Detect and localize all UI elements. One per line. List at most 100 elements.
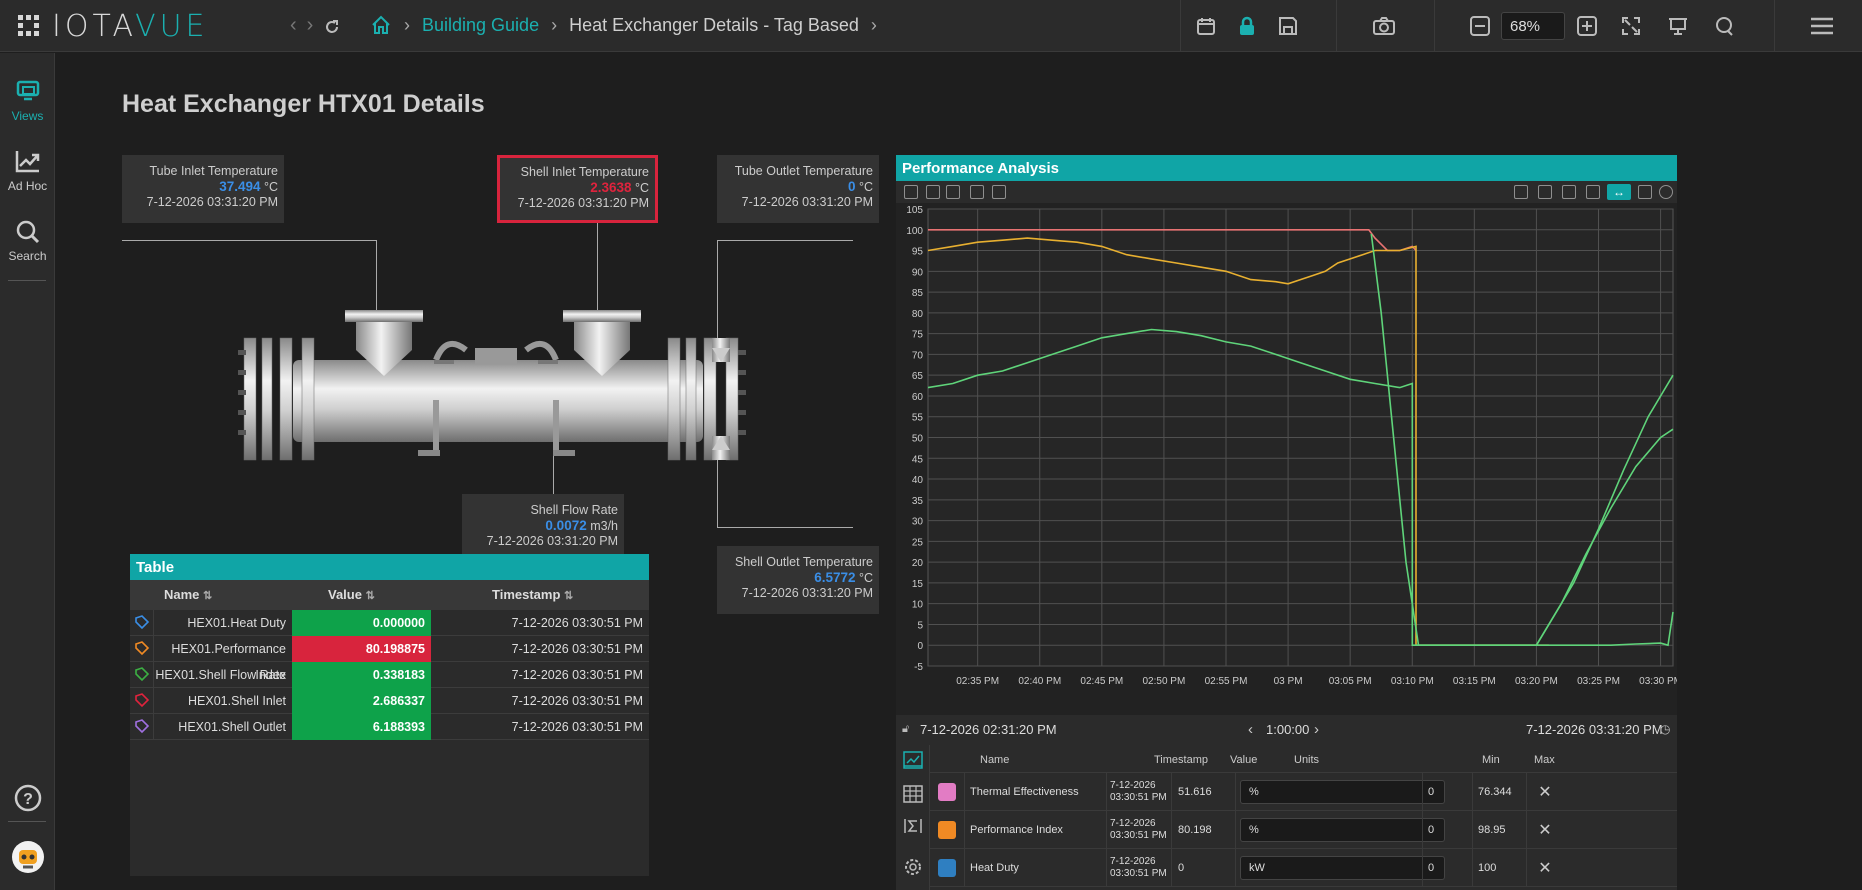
remove-series-icon[interactable]: ✕ [1530, 811, 1560, 849]
x-tick-label: 03:25 PM [1577, 676, 1620, 687]
remove-series-icon[interactable]: ✕ [1530, 849, 1560, 887]
y-tick-label: 40 [912, 475, 924, 486]
tag-icon [130, 714, 154, 740]
pan-icon[interactable] [1586, 185, 1600, 199]
column-header-timestamp[interactable]: Timestamp ⇅ [492, 580, 642, 610]
select-range-tool-icon[interactable] [946, 185, 960, 199]
refresh-icon[interactable] [323, 18, 341, 36]
fullscreen-icon[interactable] [1562, 185, 1576, 199]
help-icon[interactable]: ? [0, 783, 55, 817]
legend-list-icon[interactable] [903, 751, 923, 769]
axis-tool-icon[interactable] [904, 185, 918, 199]
home-icon[interactable] [370, 14, 392, 36]
units-input[interactable]: kW [1240, 856, 1445, 880]
remove-series-icon[interactable]: ✕ [1530, 773, 1560, 811]
legend-timestamp: 7-12-2026 03:30:51 PM [1110, 856, 1167, 879]
tag-tube-inlet[interactable]: Tube Inlet Temperature 37.494 °C 7-12-20… [122, 155, 284, 223]
y-tick-label: 100 [906, 226, 923, 237]
forward-icon[interactable]: › [307, 14, 314, 37]
legend-col-min: Min [1482, 754, 1500, 766]
table-row[interactable]: HEX01.Shell Inlet 2.686337 7-12-2026 03:30… [130, 688, 649, 714]
tag-label: Tube Inlet Temperature [149, 164, 278, 178]
table-row[interactable]: HEX01.Shell Flow Rate 0.338183 7-12-2026 0… [130, 662, 649, 688]
leader-line [717, 240, 853, 241]
clock-icon[interactable]: ◷ [1660, 722, 1670, 736]
y-tick-label: 35 [912, 496, 924, 507]
column-header-name[interactable]: Name ⇅ [164, 580, 324, 610]
units-input[interactable]: % [1240, 780, 1445, 804]
breadcrumb-parent[interactable]: Building Guide [422, 15, 539, 36]
table-row[interactable]: HEX01.Heat Duty 0.000000 7-12-2026 03:30:5… [130, 610, 649, 636]
app-logo[interactable]: IOTAVUE [16, 9, 209, 44]
horizontal-zoom-icon[interactable]: ↔ [1607, 184, 1631, 200]
legend-row[interactable]: Performance Index 7-12-2026 03:30:51 PM 80… [930, 811, 1677, 849]
settings-gear-icon[interactable] [903, 857, 923, 877]
presentation-icon[interactable] [1664, 12, 1692, 40]
legend-value: 80.198 [1178, 824, 1212, 836]
y-tick-label: 80 [912, 309, 924, 320]
column-header-value[interactable]: Value ⇅ [328, 580, 488, 610]
range-prev-icon[interactable]: ‹ [1248, 721, 1253, 738]
range-next-icon[interactable]: › [1314, 721, 1319, 738]
cell-name: HEX01.Shell Flow Rate [155, 668, 286, 682]
chevron-right-icon[interactable]: › [871, 15, 877, 36]
y-tick-label: -5 [914, 662, 923, 673]
zoom-in-icon[interactable] [1573, 12, 1601, 40]
legend-row[interactable]: Thermal Effectiveness 7-12-2026 03:30:51 … [930, 773, 1677, 811]
legend-side-tools [896, 745, 930, 890]
trend-chart[interactable]: -5 0 5 10 15 20 25 30 35 40 45 50 55 60 65 70 75 80 85 90 95… [896, 203, 1677, 715]
zoom-axis-tool-icon[interactable] [926, 185, 940, 199]
tag-icon [130, 636, 154, 662]
grid-table-icon[interactable] [903, 785, 923, 803]
user-avatar[interactable] [0, 840, 55, 878]
series-color-swatch[interactable] [938, 859, 956, 877]
chat-icon[interactable] [1710, 12, 1738, 40]
reset-zoom-icon[interactable] [1659, 185, 1673, 199]
tag-shell-flow[interactable]: Shell Flow Rate 0.0072 m3/h 7-12-2026 03… [462, 494, 624, 554]
hamburger-menu-icon[interactable] [1808, 12, 1836, 40]
sidebar-item-views[interactable]: Views [0, 79, 55, 123]
y-tick-label: 90 [912, 267, 924, 278]
fit-screen-icon[interactable] [1617, 12, 1645, 40]
zoom-out-icon[interactable] [1466, 12, 1494, 40]
lock-range-icon[interactable]: 🔓︎ [902, 723, 909, 736]
calendar-icon[interactable] [1192, 12, 1220, 40]
save-icon[interactable] [1274, 12, 1302, 40]
sidebar-item-search[interactable]: Search [0, 219, 55, 263]
cell-value: 80.198875 [292, 636, 431, 662]
lock-icon[interactable] [1233, 12, 1261, 40]
legend-row[interactable]: Heat Duty 7-12-2026 03:30:51 PM 0 kW 0 100 ✕ [930, 849, 1677, 887]
legend-col-units: Units [1294, 754, 1320, 766]
y-tick-label: 95 [912, 247, 924, 258]
tag-unit: °C [263, 180, 278, 194]
range-span[interactable]: 1:00:00 [1266, 722, 1309, 737]
units-input[interactable]: % [1240, 818, 1445, 842]
sigma-icon[interactable] [903, 817, 923, 835]
back-icon[interactable]: ‹ [290, 14, 297, 37]
tag-shell-outlet[interactable]: Shell Outlet Temperature 6.5772 °C 7-12-… [717, 546, 879, 614]
zoom-level-input[interactable]: 68% [1501, 12, 1565, 40]
vertical-zoom-icon[interactable] [1638, 185, 1652, 199]
refresh-chart-icon[interactable] [1538, 185, 1552, 199]
range-start[interactable]: 7-12-2026 02:31:20 PM [920, 722, 1057, 737]
range-end[interactable]: 7-12-2026 03:31:20 PM [1526, 722, 1663, 737]
y-tick-label: 45 [912, 454, 924, 465]
legend-col-value: Value [1230, 754, 1258, 766]
trend-tool-icon[interactable] [970, 185, 984, 199]
sidebar-item-adhoc[interactable]: Ad Hoc [0, 149, 55, 193]
tag-tube-outlet[interactable]: Tube Outlet Temperature 0 °C 7-12-2026 0… [717, 155, 879, 223]
tag-value: 2.3638 [590, 180, 632, 195]
series-color-swatch[interactable] [938, 783, 956, 801]
legend-value: 51.616 [1178, 786, 1212, 798]
table-row[interactable]: HEX01.Performance Index 80.198875 7-12-202… [130, 636, 649, 682]
series-color-swatch[interactable] [938, 821, 956, 839]
camera-icon[interactable] [1370, 12, 1398, 40]
tag-unit: m3/h [590, 519, 618, 533]
tag-label: Shell Inlet Temperature [520, 165, 649, 179]
pencil-tool-icon[interactable] [992, 185, 1006, 199]
table-row[interactable]: HEX01.Shell Outlet 6.188393 7-12-2026 03:3… [130, 714, 649, 740]
download-icon[interactable] [1514, 185, 1528, 199]
svg-text:?: ? [23, 791, 33, 808]
tag-shell-inlet[interactable]: Shell Inlet Temperature 2.3638 °C 7-12-2… [497, 155, 658, 223]
history-nav: ‹ › [290, 14, 341, 37]
